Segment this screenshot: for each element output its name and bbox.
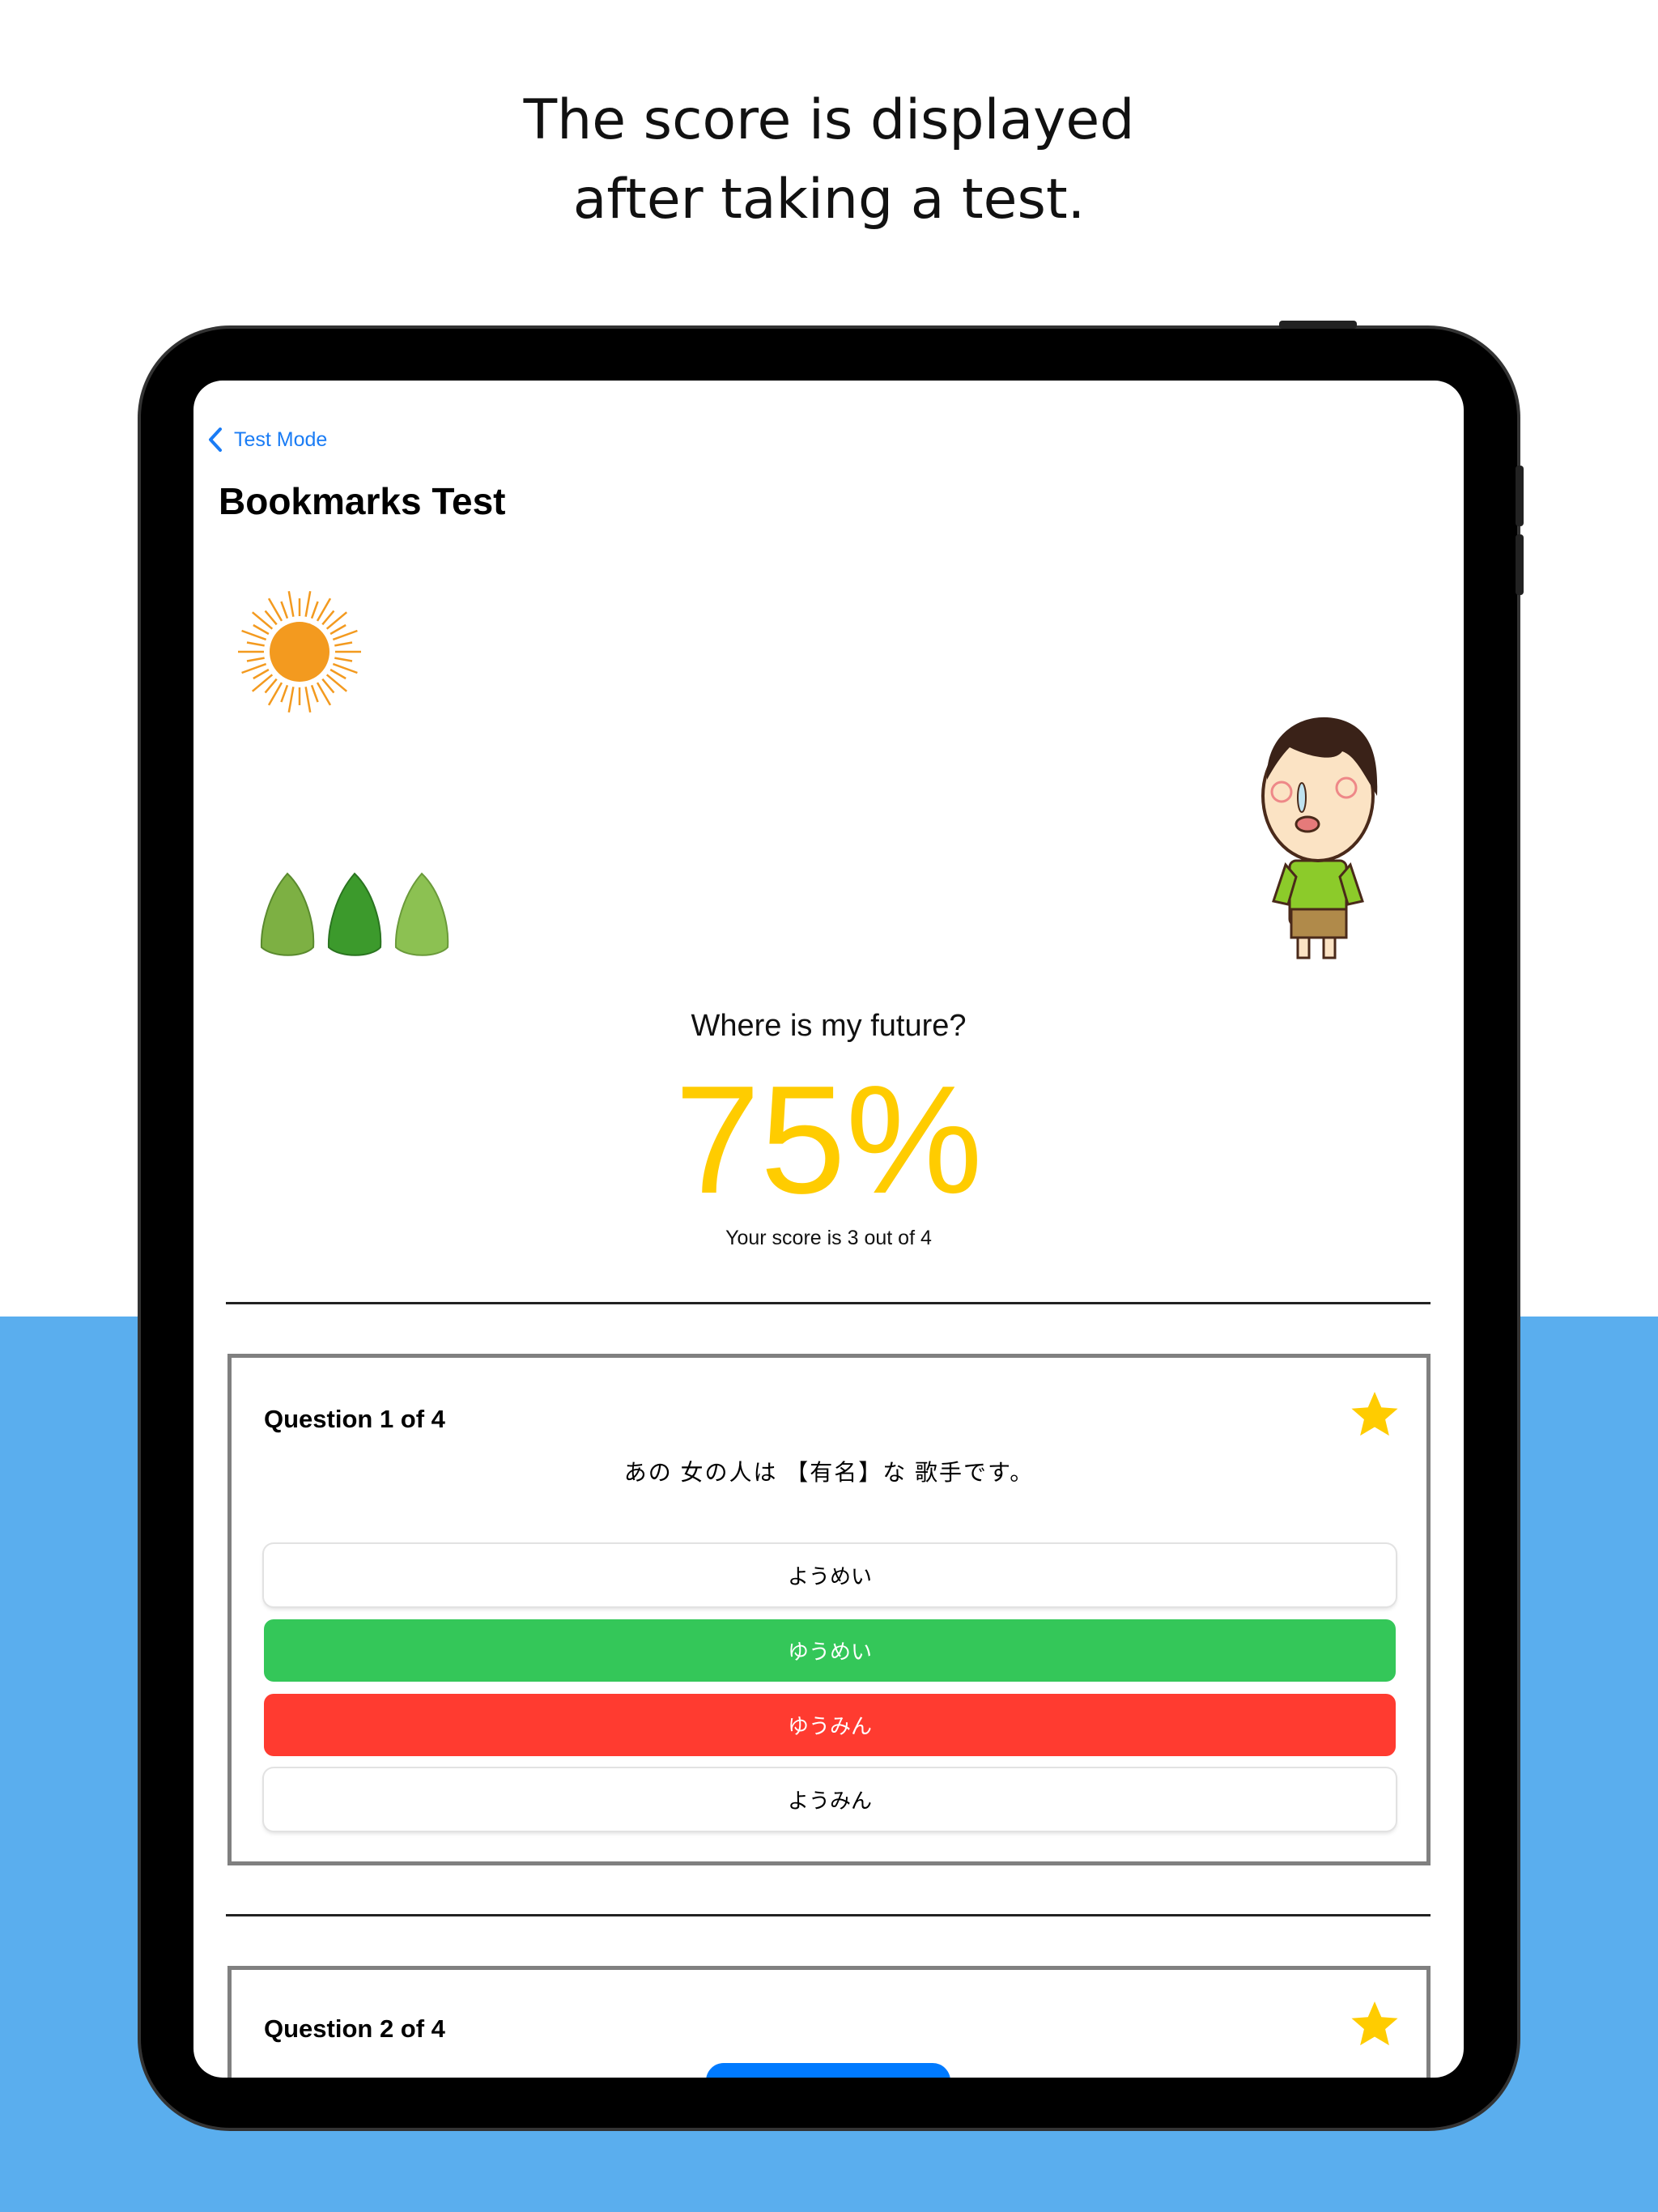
sun-ray: [321, 610, 335, 626]
answer-option-correct[interactable]: ゆうめい: [264, 1619, 1396, 1682]
sun-ray: [287, 590, 295, 617]
top-button: [1279, 321, 1357, 329]
answer-option-wrong[interactable]: ゆうみん: [264, 1694, 1396, 1756]
question-label: Question 2 of 4: [264, 2014, 445, 2043]
sun-ray: [304, 590, 312, 617]
sun-ray: [246, 641, 265, 647]
sun-ray: [246, 657, 265, 662]
confused-boy-illustration: [1261, 717, 1378, 959]
sun-ray: [253, 623, 270, 636]
trees-illustration: [260, 872, 449, 956]
answer-option[interactable]: ようみん: [264, 1768, 1396, 1831]
question-sentence: あの 女の人は 【有名】な 歌手です。: [623, 1460, 1035, 1485]
score-percent: 75%: [674, 1054, 983, 1226]
back-button[interactable]: Test Mode: [208, 428, 327, 452]
question-card: Question 1 of 4 あの 女の人は 【有名】な 歌手です。 ようめい…: [227, 1354, 1431, 1865]
sun-ray: [241, 629, 267, 641]
result-message: Where is my future?: [691, 1009, 967, 1043]
sun-ray: [329, 668, 346, 680]
sun-ray: [310, 601, 319, 619]
sun-icon: [238, 590, 361, 713]
sun-ray: [310, 684, 319, 703]
sun-ray: [264, 610, 278, 626]
bookmark-star-icon[interactable]: [1349, 1389, 1401, 1440]
app-screen: Test Mode Bookmarks Test Where is my fut…: [193, 381, 1464, 2078]
sun-ray: [334, 657, 353, 662]
page-title: Bookmarks Test: [219, 480, 506, 522]
sun-ray: [253, 668, 270, 680]
chevron-left-icon: [209, 428, 222, 452]
question-card: Question 2 of 4: [227, 1966, 1431, 2078]
sun-ray: [280, 684, 289, 703]
sun-ray: [304, 687, 312, 713]
bookmark-star-icon[interactable]: [1349, 1998, 1401, 2050]
sun-ray: [332, 662, 358, 674]
sun-ray: [280, 601, 289, 619]
answer-option[interactable]: ようめい: [264, 1544, 1396, 1606]
volume-up-button: [1516, 466, 1524, 526]
question-label: Question 1 of 4: [264, 1405, 445, 1433]
volume-down-button: [1516, 534, 1524, 595]
sun-ray: [329, 623, 346, 636]
divider: [226, 1302, 1431, 1304]
sun-ray: [334, 641, 353, 647]
score-text: Your score is 3 out of 4: [725, 1227, 932, 1249]
sun-ray: [321, 678, 335, 694]
sun-ray: [241, 662, 267, 674]
marketing-caption: The score is displayed after taking a te…: [523, 88, 1135, 232]
sun-ray: [332, 629, 358, 641]
divider: [226, 1914, 1431, 1916]
back-label: Test Mode: [234, 428, 328, 451]
sun-ray: [264, 678, 278, 694]
action-button[interactable]: [706, 2063, 950, 2078]
sun-ray: [287, 687, 295, 713]
